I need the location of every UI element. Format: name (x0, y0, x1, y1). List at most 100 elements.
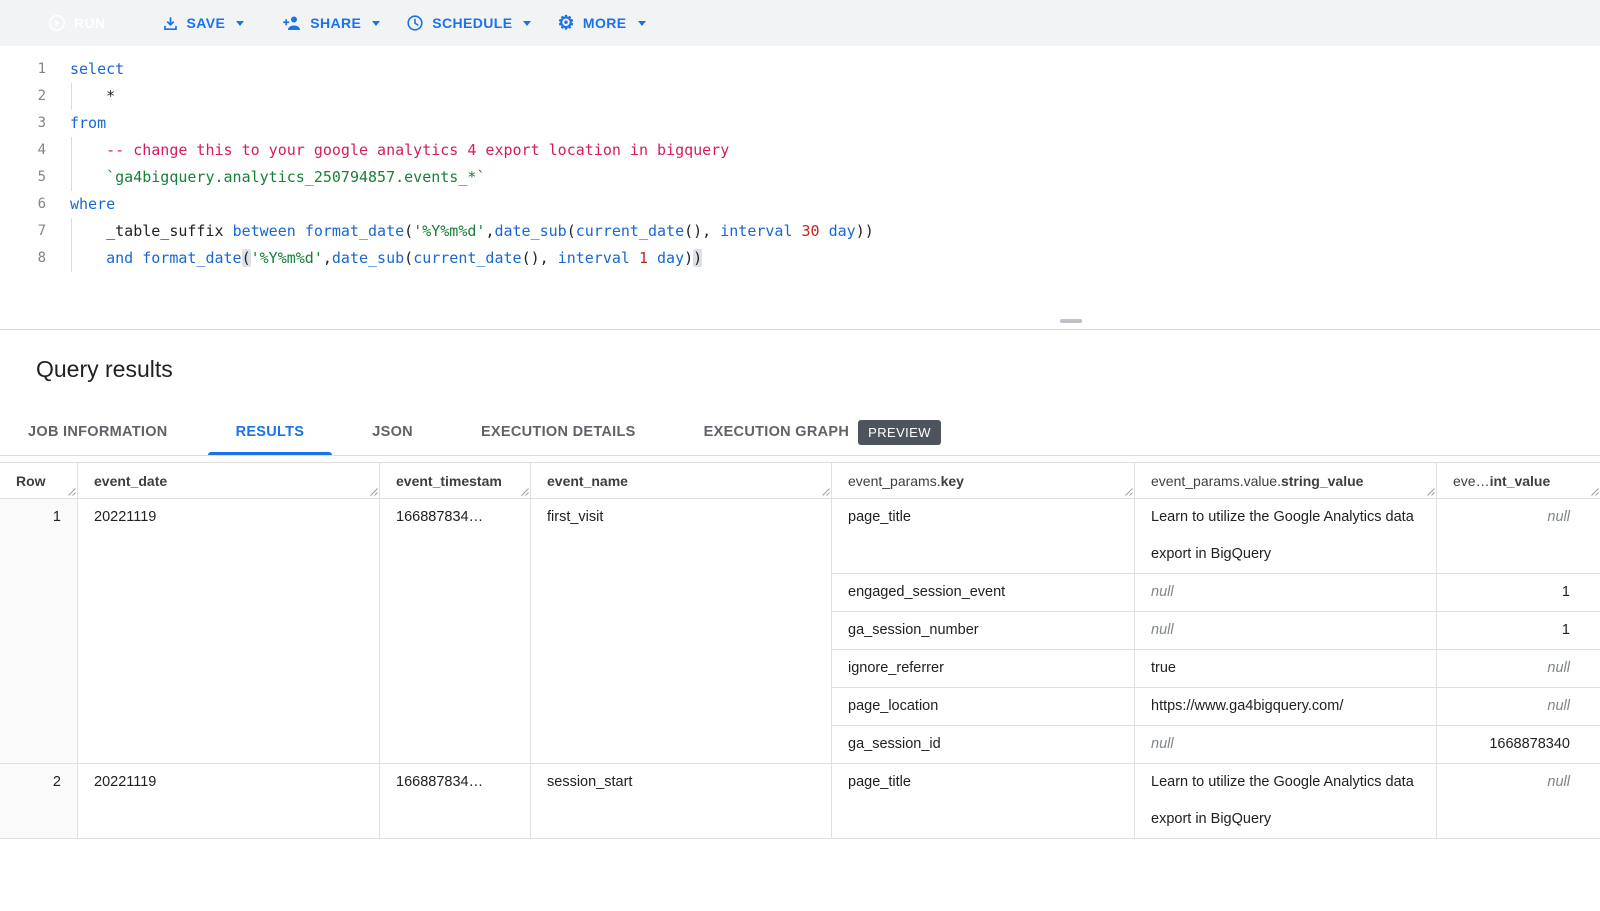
code-text: and format_date('%Y%m%d',date_sub(curren… (46, 245, 702, 272)
play-icon (48, 14, 66, 32)
tab-job-information[interactable]: JOB INFORMATION (0, 409, 196, 455)
column-header-event_timestam[interactable]: event_timestam (380, 463, 531, 498)
code-line[interactable]: 7 _table_suffix between format_date('%Y%… (0, 218, 1600, 245)
cell-event-timestamp: 166887834… (380, 499, 531, 763)
tab-label: EXECUTION GRAPH (704, 424, 850, 440)
share-button[interactable]: SHARE (282, 6, 380, 40)
pane-resize-handle[interactable] (1060, 319, 1082, 323)
line-number: 3 (0, 110, 46, 137)
query-results-panel: Query results JOB INFORMATIONRESULTSJSON… (0, 330, 1600, 839)
column-header-string_value[interactable]: event_params.value.string_value (1135, 463, 1437, 498)
param-row: ignore_referrertruenull (832, 650, 1600, 688)
cell-param-key: page_title (832, 499, 1135, 573)
cell-int-value: 1668878340 (1437, 726, 1600, 763)
code-line[interactable]: 3from (0, 110, 1600, 137)
cell-int-value: null (1437, 650, 1600, 687)
code-line[interactable]: 4 -- change this to your google analytic… (0, 137, 1600, 164)
cell-string-value: true (1135, 650, 1437, 687)
column-resize-icon[interactable] (369, 487, 378, 496)
tab-results[interactable]: RESULTS (208, 409, 333, 455)
cell-string-value: null (1135, 726, 1437, 763)
code-line[interactable]: 6where (0, 191, 1600, 218)
code-text: where (46, 191, 115, 218)
preview-badge: PREVIEW (858, 420, 941, 445)
code-text: _table_suffix between format_date('%Y%m%… (46, 218, 874, 245)
results-table: Rowevent_dateevent_timestamevent_nameeve… (0, 462, 1600, 839)
column-resize-icon[interactable] (1426, 487, 1435, 496)
schedule-button-label: SCHEDULE (432, 15, 512, 31)
cell-param-key: page_title (832, 764, 1135, 838)
tab-label: JOB INFORMATION (28, 424, 168, 440)
cell-int-value: null (1437, 499, 1600, 573)
cell-event-name: session_start (531, 764, 832, 838)
table-body: 120221119166887834…first_visitpage_title… (0, 499, 1600, 839)
cell-param-key: page_location (832, 688, 1135, 725)
column-header-event_date[interactable]: event_date (78, 463, 380, 498)
tab-label: EXECUTION DETAILS (481, 424, 636, 440)
code-text: from (46, 110, 106, 137)
param-row: page_titleLearn to utilize the Google An… (832, 764, 1600, 838)
person-add-icon (282, 15, 302, 31)
table-header-row: Rowevent_dateevent_timestamevent_nameeve… (0, 463, 1600, 499)
column-header-Row[interactable]: Row (0, 463, 78, 498)
run-button-label: RUN (74, 15, 106, 31)
tab-label: JSON (372, 424, 413, 440)
save-button[interactable]: SAVE (150, 6, 257, 40)
line-number: 6 (0, 191, 46, 218)
column-header-int_value[interactable]: eve…int_value (1437, 463, 1600, 498)
results-tabs: JOB INFORMATION RESULTS JSON EXECUTION DETA… (0, 409, 1600, 456)
code-text: select (46, 56, 124, 83)
schedule-button[interactable]: SCHEDULE (406, 6, 531, 40)
cell-param-key: ga_session_id (832, 726, 1135, 763)
column-resize-icon[interactable] (520, 487, 529, 496)
param-row: ga_session_idnull1668878340 (832, 726, 1600, 763)
sql-editor[interactable]: 1select2 *3from4 -- change this to your … (0, 46, 1600, 330)
tab-label: RESULTS (236, 424, 305, 440)
cell-event-timestamp: 166887834… (380, 764, 531, 838)
cell-param-key: ignore_referrer (832, 650, 1135, 687)
line-number: 4 (0, 137, 46, 164)
code-line[interactable]: 8 and format_date('%Y%m%d',date_sub(curr… (0, 245, 1600, 272)
column-resize-icon[interactable] (1590, 487, 1599, 496)
param-row: ga_session_numbernull1 (832, 612, 1600, 650)
line-number: 1 (0, 56, 46, 83)
code-line[interactable]: 2 * (0, 83, 1600, 110)
more-button-label: MORE (583, 15, 627, 31)
column-header-key[interactable]: event_params.key (832, 463, 1135, 498)
code-text: -- change this to your google analytics … (46, 137, 729, 164)
chevron-down-icon (638, 21, 646, 26)
cell-event-date: 20221119 (78, 764, 380, 838)
tab-execution-graph[interactable]: EXECUTION GRAPH PREVIEW (676, 409, 969, 455)
cell-string-value: null (1135, 612, 1437, 649)
cell-string-value: Learn to utilize the Google Analytics da… (1135, 499, 1437, 573)
param-rows: page_titleLearn to utilize the Google An… (832, 764, 1600, 838)
run-button[interactable]: RUN (36, 6, 124, 40)
code-text: `ga4bigquery.analytics_250794857.events_… (46, 164, 485, 191)
cell-event-name: first_visit (531, 499, 832, 763)
tab-execution-details[interactable]: EXECUTION DETAILS (453, 409, 664, 455)
code-text: * (46, 83, 115, 110)
table-row-group: 220221119166887834…session_startpage_tit… (0, 764, 1600, 839)
line-number: 2 (0, 83, 46, 110)
cell-int-value: 1 (1437, 612, 1600, 649)
cell-int-value: null (1437, 688, 1600, 725)
cell-int-value: null (1437, 764, 1600, 838)
cell-event-date: 20221119 (78, 499, 380, 763)
code-line[interactable]: 5 `ga4bigquery.analytics_250794857.event… (0, 164, 1600, 191)
table-row-group: 120221119166887834…first_visitpage_title… (0, 499, 1600, 764)
query-toolbar: RUN SAVE SHARE (0, 0, 1600, 46)
tab-json[interactable]: JSON (344, 409, 441, 455)
column-resize-icon[interactable] (1124, 487, 1133, 496)
cell-int-value: 1 (1437, 574, 1600, 611)
code-lines: 1select2 *3from4 -- change this to your … (0, 56, 1600, 272)
chevron-down-icon (523, 21, 531, 26)
code-line[interactable]: 1select (0, 56, 1600, 83)
cell-string-value: null (1135, 574, 1437, 611)
row-number: 1 (0, 499, 78, 763)
column-resize-icon[interactable] (821, 487, 830, 496)
param-row: page_titleLearn to utilize the Google An… (832, 499, 1600, 574)
column-resize-icon[interactable] (67, 487, 76, 496)
row-number: 2 (0, 764, 78, 838)
more-button[interactable]: ⚙ MORE (557, 6, 645, 40)
column-header-event_name[interactable]: event_name (531, 463, 832, 498)
